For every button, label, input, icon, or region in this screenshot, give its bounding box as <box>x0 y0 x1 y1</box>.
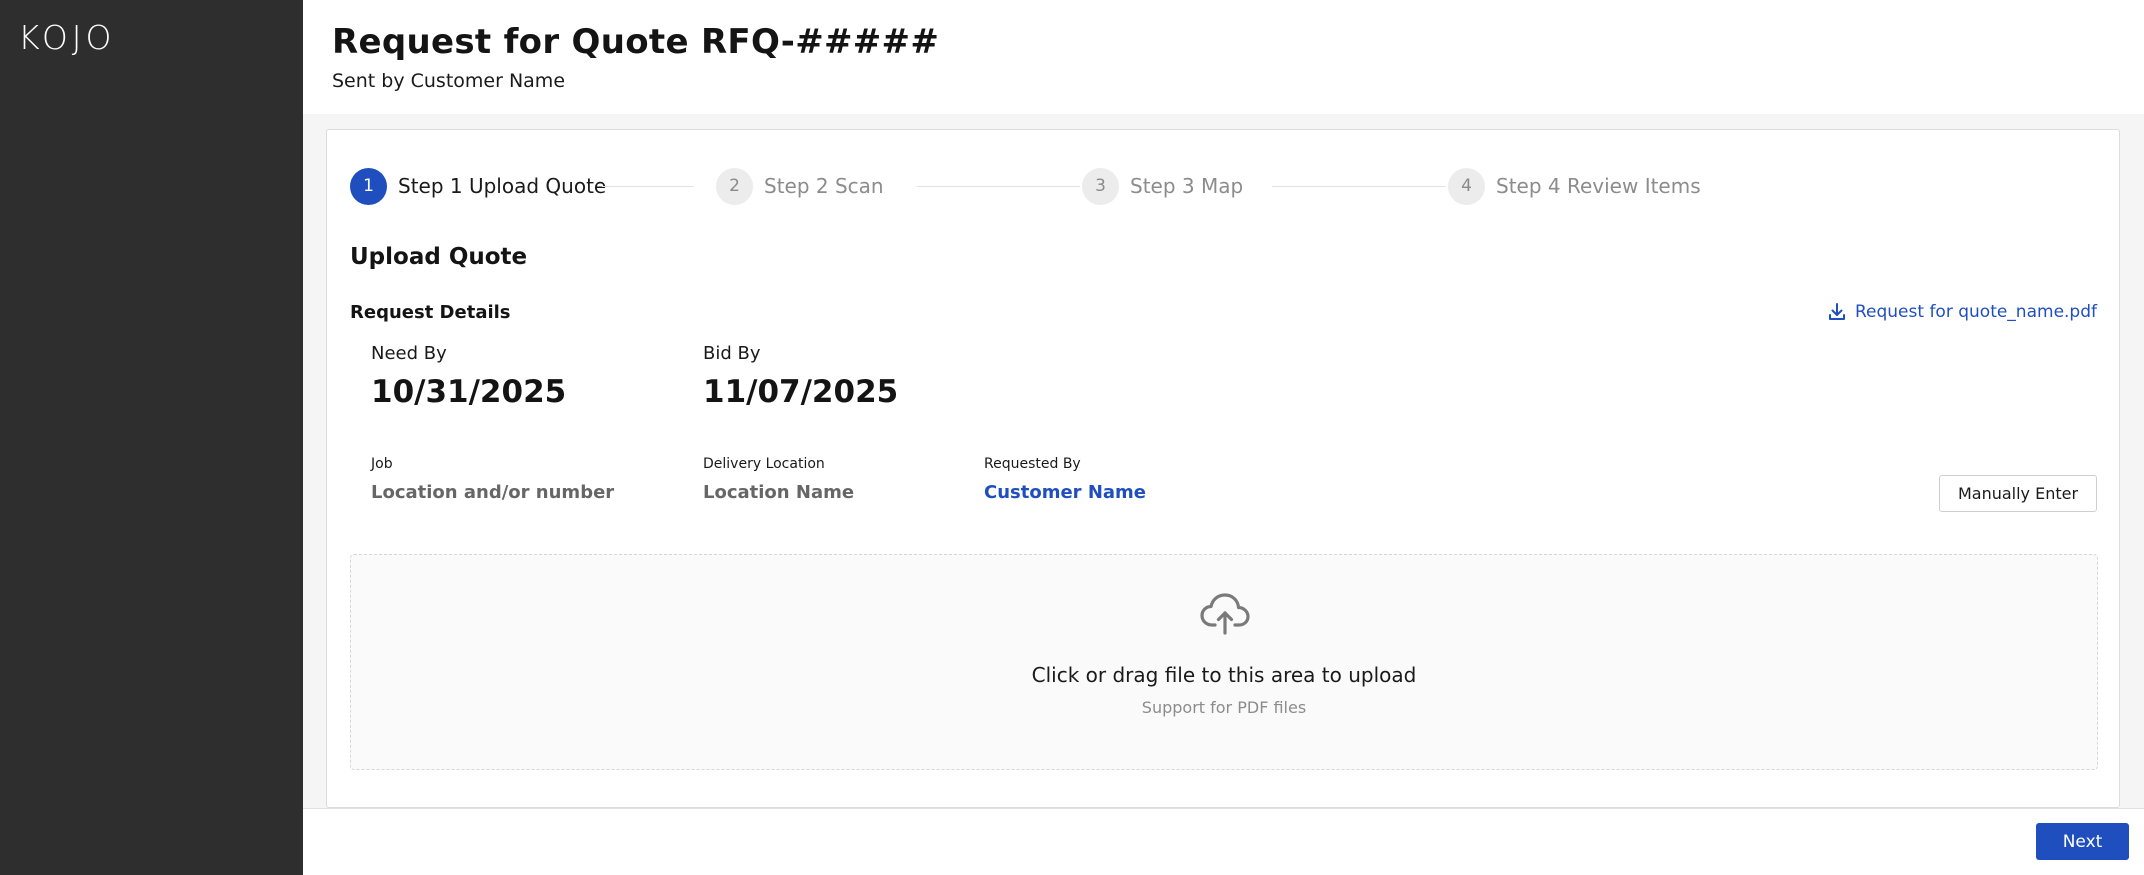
requested-by-link[interactable]: Customer Name <box>984 482 1146 503</box>
delivery-location-value: Location Name <box>703 482 855 503</box>
stepper: 1 Step 1 Upload Quote 2 Step 2 Scan 3 St… <box>350 167 2110 205</box>
step-1-number: 1 <box>350 167 387 205</box>
step-connector <box>917 186 1080 187</box>
job-value: Location and/or number <box>371 482 615 503</box>
step-2-number: 2 <box>716 167 753 205</box>
need-by-value: 10/31/2025 <box>371 374 567 410</box>
step-4-number: 4 <box>1448 167 1485 205</box>
step-connector <box>1272 186 1446 187</box>
page-header: Request for Quote RFQ-##### Sent by Cust… <box>303 0 2144 114</box>
upload-card: 1 Step 1 Upload Quote 2 Step 2 Scan 3 St… <box>326 129 2120 808</box>
manually-enter-button[interactable]: Manually Enter <box>1939 475 2097 512</box>
step-2-label: Step 2 Scan <box>764 174 884 198</box>
dropzone-hint: Support for PDF files <box>1141 698 1307 717</box>
page-title: Request for Quote RFQ-##### <box>332 22 940 62</box>
cloud-upload-icon <box>1200 593 1250 635</box>
job-label: Job <box>371 456 393 472</box>
step-4[interactable]: 4 Step 4 Review Items <box>1448 167 1701 205</box>
bid-by-label: Bid By <box>703 343 761 364</box>
bid-by-value: 11/07/2025 <box>703 374 899 410</box>
download-icon <box>1828 303 1845 320</box>
step-3-label: Step 3 Map <box>1130 174 1244 198</box>
section-title: Upload Quote <box>350 244 528 270</box>
step-4-label: Step 4 Review Items <box>1496 174 1701 198</box>
footer-bar: Next <box>303 808 2144 875</box>
step-connector <box>602 186 694 187</box>
step-2[interactable]: 2 Step 2 Scan <box>716 167 884 205</box>
need-by-label: Need By <box>371 343 447 364</box>
kojo-logo[interactable]: KOJO <box>18 18 116 57</box>
next-button[interactable]: Next <box>2036 823 2129 860</box>
step-3[interactable]: 3 Step 3 Map <box>1082 167 1243 205</box>
download-pdf-link[interactable]: Request for quote_name.pdf <box>1827 302 2097 322</box>
page-subtitle: Sent by Customer Name <box>332 70 566 92</box>
file-dropzone[interactable]: Click or drag file to this area to uploa… <box>350 554 2098 770</box>
sidebar: KOJO <box>0 0 303 875</box>
request-details-title: Request Details <box>350 302 511 323</box>
dropzone-text: Click or drag file to this area to uploa… <box>1031 663 1417 687</box>
step-1[interactable]: 1 Step 1 Upload Quote <box>350 167 606 205</box>
step-3-number: 3 <box>1082 167 1119 205</box>
download-link-label: Request for quote_name.pdf <box>1854 302 2097 322</box>
delivery-location-label: Delivery Location <box>703 456 825 472</box>
step-1-label: Step 1 Upload Quote <box>398 174 607 198</box>
requested-by-label: Requested By <box>984 456 1081 472</box>
